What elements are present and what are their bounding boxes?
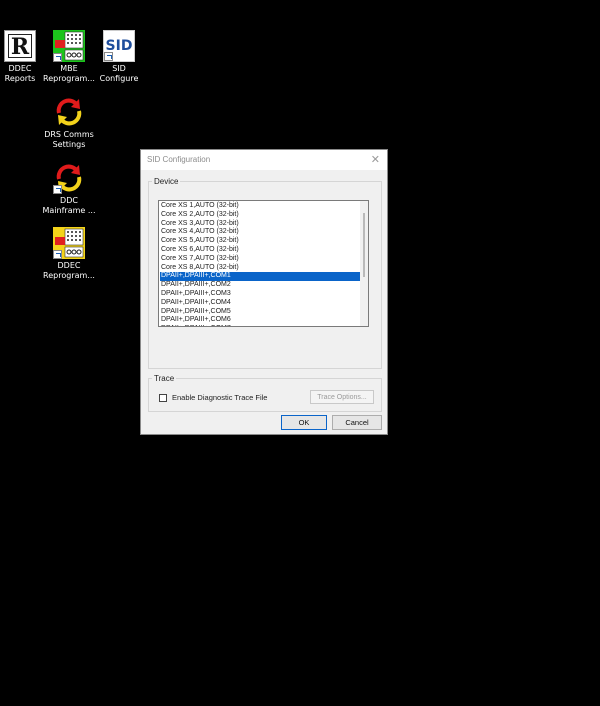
shortcut-arrow-icon — [53, 250, 62, 259]
listbox-scrollbar[interactable] — [360, 201, 368, 326]
shortcut-arrow-icon — [53, 185, 62, 194]
enable-trace-label[interactable]: Enable Diagnostic Trace File — [172, 393, 267, 402]
device-list-item[interactable]: Core XS 4,AUTO (32-bit) — [160, 228, 360, 237]
device-list-item[interactable]: Core XS 8,AUTO (32-bit) — [160, 264, 360, 273]
desktop-icon-drs-comms-settings[interactable]: DRS Comms Settings — [39, 96, 99, 150]
shortcut-arrow-icon — [104, 52, 113, 61]
desktop-icon-ddc-mainframe[interactable]: DDC Mainframe ... — [39, 162, 99, 216]
device-list-item[interactable]: DPAII+,DPAIII+,COM3 — [160, 290, 360, 299]
sync-arrows-icon — [53, 162, 85, 194]
device-list-item[interactable]: DPAII+,DPAIII+,COM1 — [160, 272, 360, 282]
shortcut-arrow-icon — [53, 53, 62, 62]
device-list-item[interactable]: Core XS 1,AUTO (32-bit) — [160, 202, 360, 211]
icon-label: DRS Comms Settings — [44, 130, 94, 149]
device-list-item[interactable]: DPAII+,DPAIII+,COM7 — [160, 325, 360, 326]
icon-label: DDEC Reprogram... — [43, 261, 95, 280]
desktop-icon-sid-configure[interactable]: SID SID Configure — [89, 30, 149, 84]
trace-checkbox-row[interactable]: Enable Diagnostic Trace File — [159, 393, 267, 402]
device-list-item[interactable]: Core XS 7,AUTO (32-bit) — [160, 255, 360, 264]
mbe-reprogram-icon — [53, 30, 85, 62]
device-list-item[interactable]: DPAII+,DPAIII+,COM4 — [160, 299, 360, 308]
sid-configure-icon: SID — [103, 30, 135, 62]
trace-group-label: Trace — [154, 374, 175, 383]
trace-options-button[interactable]: Trace Options... — [310, 390, 374, 404]
icon-label: DDC Mainframe ... — [42, 196, 96, 215]
icon-label: SID Configure — [99, 64, 139, 83]
trace-group: Trace Enable Diagnostic Trace File Trace… — [148, 374, 382, 412]
device-list-item[interactable]: Core XS 3,AUTO (32-bit) — [160, 220, 360, 229]
device-list-item[interactable]: Core XS 6,AUTO (32-bit) — [160, 246, 360, 255]
sid-configuration-dialog: SID Configuration ✕ Device Core XS 1,AUT… — [140, 149, 388, 435]
device-listbox[interactable]: Core XS 1,AUTO (32-bit) Core XS 2,AUTO (3… — [158, 200, 369, 327]
device-group: Device Core XS 1,AUTO (32-bit) Core XS 2,… — [148, 177, 382, 369]
ok-button[interactable]: OK — [281, 415, 327, 430]
desktop-icon-ddec-reprogram[interactable]: DDEC Reprogram... — [39, 227, 99, 281]
enable-trace-checkbox[interactable] — [159, 393, 167, 402]
ddec-reports-icon: R — [4, 30, 36, 62]
sync-arrows-icon — [53, 96, 85, 128]
dialog-title: SID Configuration — [147, 155, 211, 164]
device-list-item[interactable]: Core XS 2,AUTO (32-bit) — [160, 211, 360, 220]
reports-glyph: R — [8, 34, 32, 59]
device-list: Core XS 1,AUTO (32-bit) Core XS 2,AUTO (3… — [160, 202, 360, 326]
device-list-item[interactable]: Core XS 5,AUTO (32-bit) — [160, 237, 360, 246]
close-icon[interactable]: ✕ — [371, 153, 380, 166]
ddec-reprogram-icon — [53, 227, 85, 259]
dialog-titlebar[interactable]: SID Configuration ✕ — [141, 150, 387, 170]
device-list-item[interactable]: DPAII+,DPAIII+,COM5 — [160, 308, 360, 317]
device-list-item[interactable]: DPAII+,DPAIII+,COM2 — [160, 281, 360, 290]
scrollbar-thumb[interactable] — [363, 213, 365, 277]
device-group-label: Device — [154, 177, 179, 186]
device-list-item[interactable]: DPAII+,DPAIII+,COM6 — [160, 316, 360, 325]
cancel-button[interactable]: Cancel — [332, 415, 382, 430]
